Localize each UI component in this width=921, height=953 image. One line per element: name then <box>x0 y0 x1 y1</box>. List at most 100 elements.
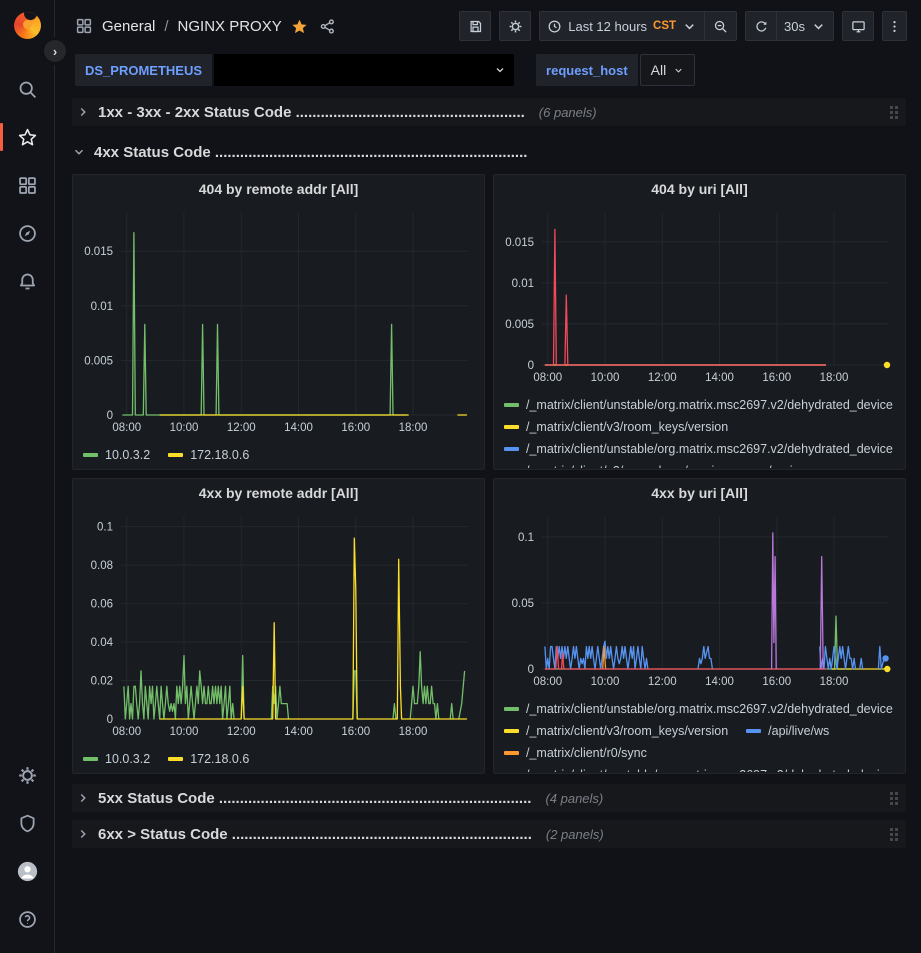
dashboard-header: General / NGINX PROXY <box>55 0 921 52</box>
dashboard-title[interactable]: NGINX PROXY <box>178 18 282 35</box>
chart-legend: 10.0.3.2 172.18.0.6 <box>73 442 484 466</box>
sidebar-item-dashboards[interactable] <box>9 167 45 203</box>
variable-ds-value-dropdown[interactable] <box>214 54 514 86</box>
legend-item[interactable]: /_matrix/client/r0/sync <box>504 742 647 764</box>
svg-text:16:00: 16:00 <box>762 372 791 384</box>
variable-request-host: request_host All <box>536 54 695 86</box>
chevron-down-icon <box>682 19 697 34</box>
svg-text:0.015: 0.015 <box>84 246 113 258</box>
legend-item[interactable]: /_matrix/client/unstable/org.matrix.msc2… <box>504 698 893 720</box>
sidebar-item-server-admin[interactable] <box>9 805 45 841</box>
row-6xx[interactable]: 6xx > Status Code ......................… <box>72 820 906 848</box>
refresh-button[interactable] <box>745 11 777 41</box>
legend-item[interactable]: /api/live/ws <box>746 720 829 742</box>
chevron-right-icon <box>76 105 90 119</box>
row-drag-handle[interactable] <box>890 828 902 841</box>
svg-text:0.01: 0.01 <box>512 278 534 290</box>
chevron-down-icon <box>811 19 826 34</box>
refresh-interval-button[interactable]: 30s <box>777 11 834 41</box>
search-icon <box>17 79 38 100</box>
variable-host-value: All <box>651 62 667 78</box>
row-title: 1xx - 3xx - 2xx Status Code ............… <box>98 104 525 121</box>
legend-item[interactable]: 10.0.3.2 <box>83 748 150 770</box>
legend-series-swatch <box>504 751 519 755</box>
svg-text:0.005: 0.005 <box>505 319 534 331</box>
row-drag-handle[interactable] <box>890 106 902 119</box>
sidebar-item-settings[interactable] <box>9 757 45 793</box>
dashboard-settings-button[interactable] <box>499 11 531 41</box>
time-controls: Last 12 hours CST <box>539 11 737 41</box>
svg-text:10:00: 10:00 <box>170 726 199 738</box>
breadcrumb-folder[interactable]: General <box>102 18 155 35</box>
legend-series-swatch <box>83 757 98 761</box>
row-1xx-3xx-2xx[interactable]: 1xx - 3xx - 2xx Status Code ............… <box>72 98 906 126</box>
legend-series-swatch <box>746 729 761 733</box>
legend-item[interactable]: /_matrix/client/v3/room_keys/version <box>504 460 728 468</box>
sidebar-item-help[interactable] <box>9 901 45 937</box>
sidebar-item-explore[interactable] <box>9 215 45 251</box>
toolbar: Last 12 hours CST 30s <box>459 11 907 41</box>
apps-grid-icon[interactable] <box>75 17 93 35</box>
legend-series-label: /_matrix/client/r0/sync <box>526 746 647 760</box>
timeseries-chart: 00.0050.010.01508:0010:0012:0014:0016:00… <box>73 203 484 442</box>
zoom-out-button[interactable] <box>705 11 737 41</box>
svg-text:0.06: 0.06 <box>91 599 113 611</box>
legend-item[interactable]: /sw.js <box>746 460 799 468</box>
svg-text:14:00: 14:00 <box>705 676 734 688</box>
legend-series-swatch <box>168 453 183 457</box>
chevron-down-icon <box>72 145 86 159</box>
legend-item[interactable]: 172.18.0.6 <box>168 444 249 466</box>
grafana-app: › <box>0 0 921 953</box>
legend-series-label: /_matrix/client/unstable/org.matrix.msc2… <box>526 768 893 772</box>
svg-text:0.05: 0.05 <box>512 598 534 610</box>
svg-text:08:00: 08:00 <box>112 422 141 434</box>
kebab-menu-button[interactable] <box>882 11 907 41</box>
row-panel-count: (6 panels) <box>539 105 597 120</box>
legend-item[interactable]: 172.18.0.6 <box>168 748 249 770</box>
panel-title[interactable]: 404 by uri [All] <box>494 175 905 203</box>
legend-item[interactable]: 10.0.3.2 <box>83 444 150 466</box>
legend-series-swatch <box>83 453 98 457</box>
legend-series-swatch <box>504 707 519 711</box>
legend-item[interactable]: /_matrix/client/unstable/org.matrix.msc2… <box>504 394 893 416</box>
share-icon[interactable] <box>319 18 336 35</box>
legend-item[interactable]: /_matrix/client/unstable/org.matrix.msc2… <box>504 764 893 772</box>
row-4xx[interactable]: 4xx Status Code ........................… <box>72 138 906 166</box>
time-picker-button[interactable]: Last 12 hours CST <box>539 11 705 41</box>
row-drag-handle[interactable] <box>890 792 902 805</box>
panel-title[interactable]: 404 by remote addr [All] <box>73 175 484 203</box>
svg-text:18:00: 18:00 <box>399 726 428 738</box>
star-filled-icon[interactable] <box>291 18 308 35</box>
main-area: General / NGINX PROXY <box>55 0 921 953</box>
legend-item[interactable]: /_matrix/client/unstable/org.matrix.msc2… <box>504 438 893 460</box>
panel-title[interactable]: 4xx by uri [All] <box>494 479 905 507</box>
sidebar-item-profile[interactable] <box>9 853 45 889</box>
sidebar-item-search[interactable] <box>9 71 45 107</box>
legend-series-label: /sw.js <box>768 464 799 468</box>
legend-series-label: /api/live/ws <box>768 724 829 738</box>
row-5xx[interactable]: 5xx Status Code ........................… <box>72 784 906 812</box>
svg-text:0.015: 0.015 <box>505 237 534 249</box>
legend-series-swatch <box>504 425 519 429</box>
cycle-view-button[interactable] <box>842 11 874 41</box>
grafana-logo-icon[interactable] <box>14 12 41 39</box>
svg-text:12:00: 12:00 <box>648 676 677 688</box>
variable-host-value-dropdown[interactable]: All <box>640 54 696 86</box>
panel-404-by-uri: 404 by uri [All] 00.0050.010.01508:0010:… <box>493 174 906 470</box>
time-range-label: Last 12 hours <box>568 19 647 34</box>
sidebar-item-alerting[interactable] <box>9 263 45 299</box>
legend-item[interactable]: /_matrix/client/v3/room_keys/version <box>504 416 728 438</box>
sidebar-item-starred[interactable] <box>9 119 45 155</box>
svg-text:14:00: 14:00 <box>284 726 313 738</box>
svg-text:0.02: 0.02 <box>91 676 113 688</box>
save-dashboard-button[interactable] <box>459 11 491 41</box>
sidebar-expand-button[interactable]: › <box>44 40 66 62</box>
panel-4xx-by-remote-addr: 4xx by remote addr [All] 00.020.040.060.… <box>72 478 485 774</box>
row-panel-count: (2 panels) <box>546 827 604 842</box>
legend-item[interactable]: /_matrix/client/v3/room_keys/version <box>504 720 728 742</box>
legend-series-label: 172.18.0.6 <box>190 752 249 766</box>
variable-ds-label[interactable]: DS_PROMETHEUS <box>75 54 212 86</box>
refresh-interval-label: 30s <box>784 19 805 34</box>
panel-title[interactable]: 4xx by remote addr [All] <box>73 479 484 507</box>
variable-host-label[interactable]: request_host <box>536 54 638 86</box>
